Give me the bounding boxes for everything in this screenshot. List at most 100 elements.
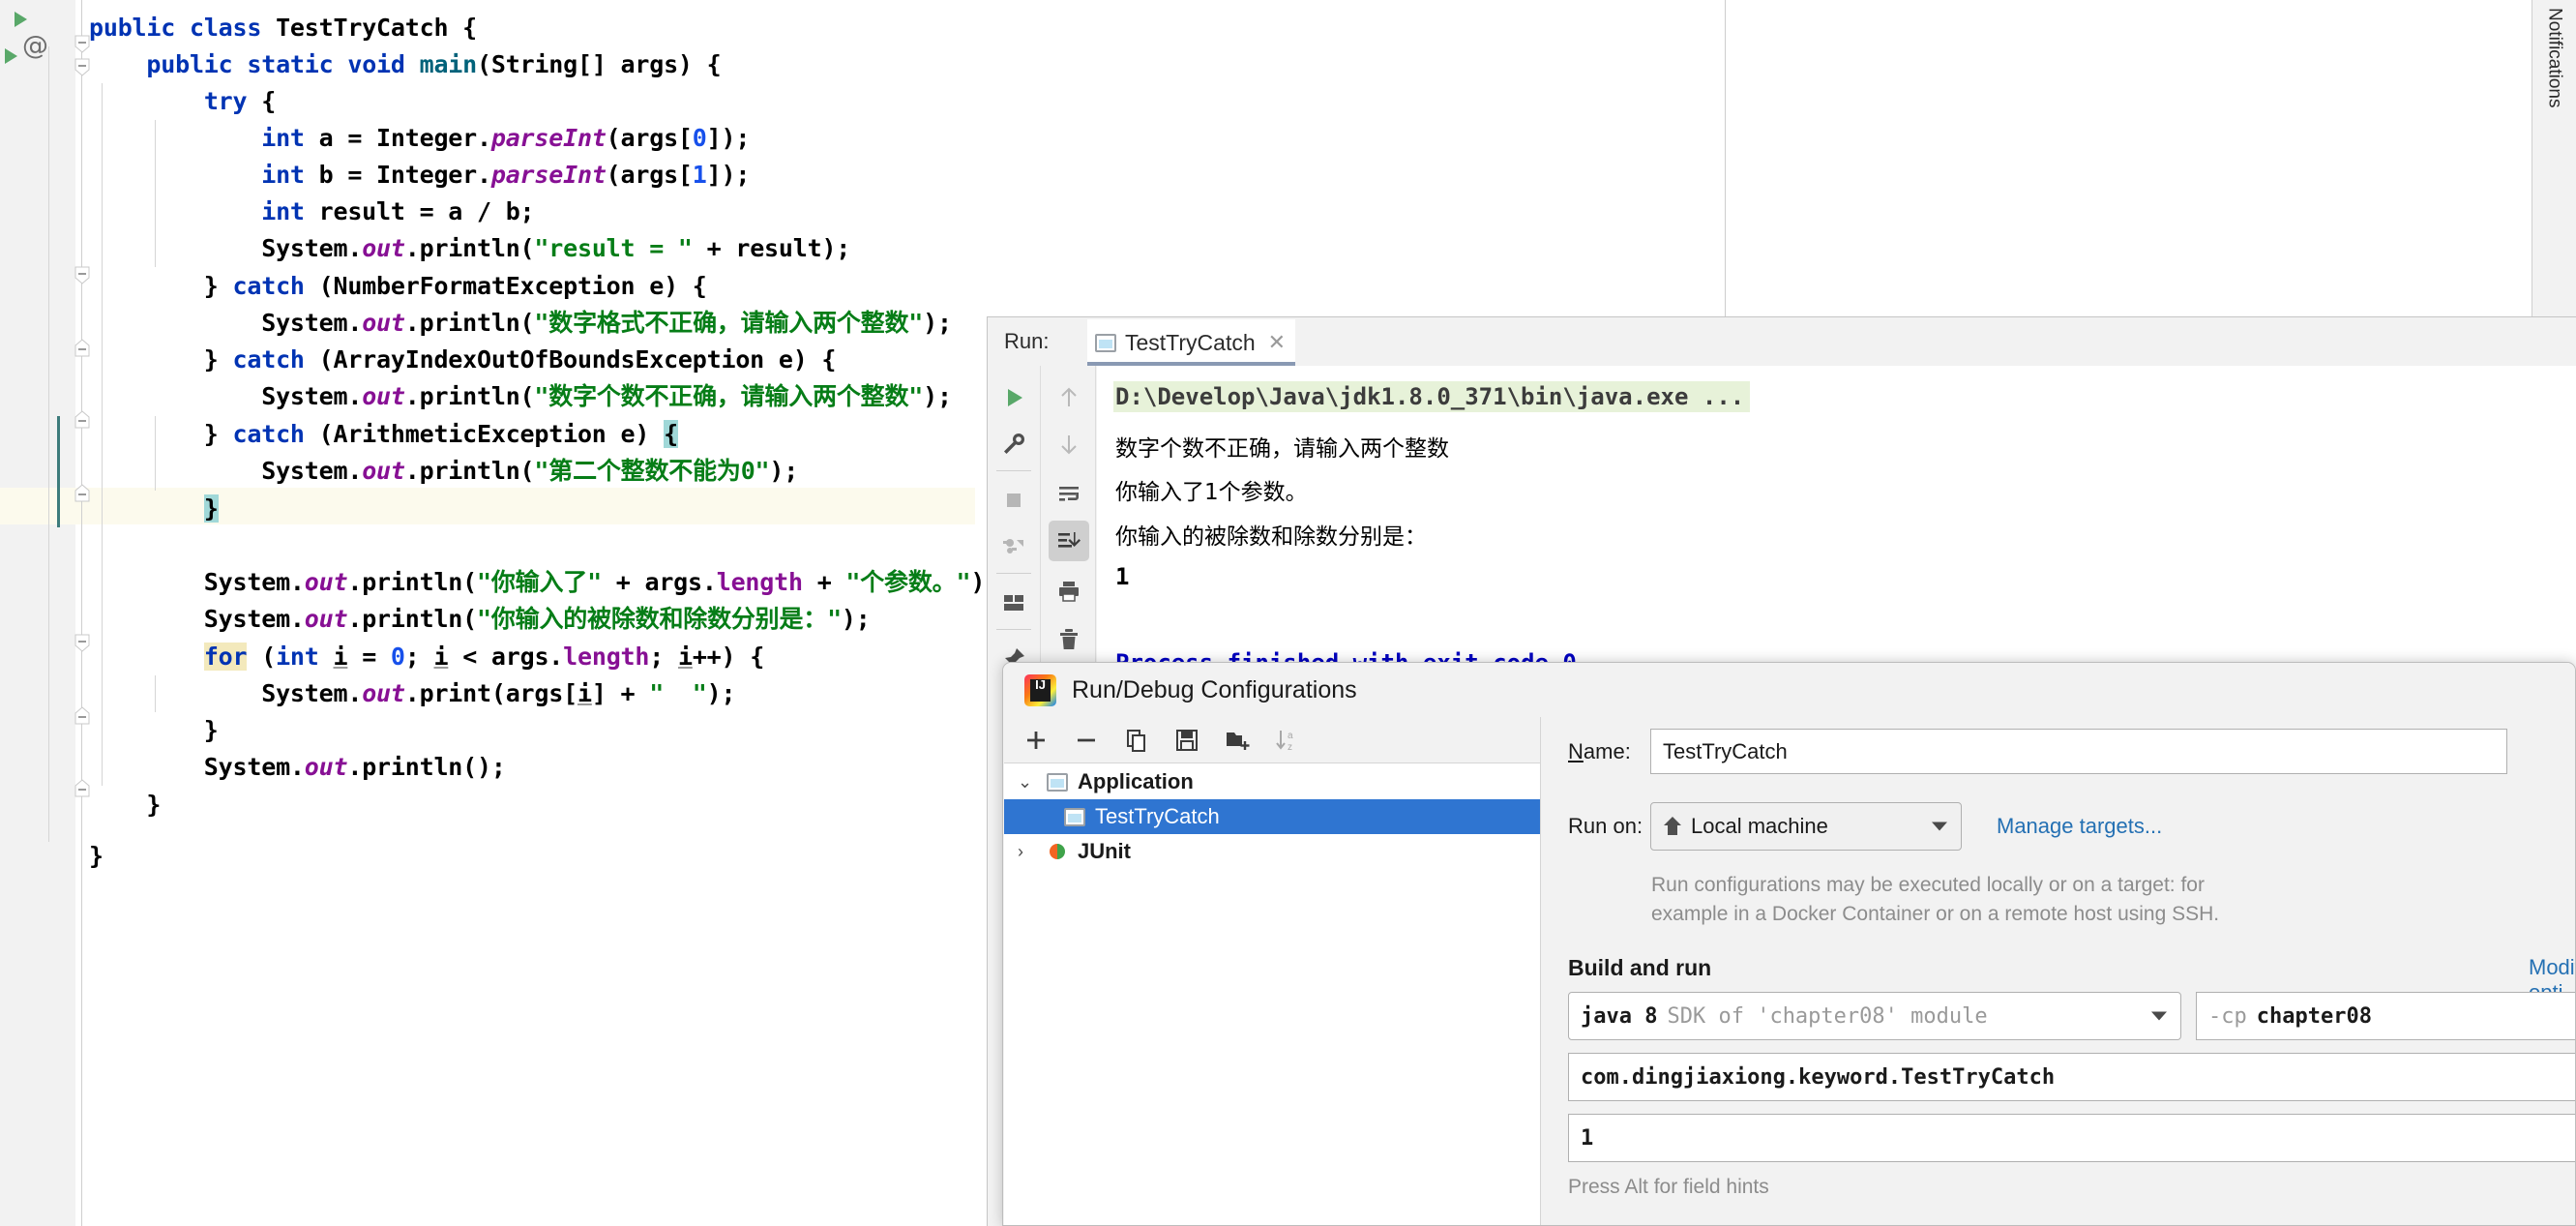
scroll-to-end-button[interactable] bbox=[1048, 521, 1089, 561]
name-input[interactable]: TestTryCatch bbox=[1650, 729, 2507, 774]
main-class-input[interactable]: com.dingjiaxiong.keyword.TestTryCatch bbox=[1568, 1053, 2575, 1101]
code-line[interactable]: } bbox=[89, 787, 161, 823]
chevron-down-icon[interactable] bbox=[1932, 822, 1947, 831]
minus-icon[interactable] bbox=[1070, 724, 1103, 757]
code-line[interactable]: } bbox=[89, 838, 104, 875]
trash-icon[interactable] bbox=[1049, 619, 1089, 660]
at-override-icon[interactable]: @ bbox=[22, 33, 48, 59]
tree-row-application[interactable]: ⌄ Application bbox=[1004, 764, 1540, 799]
code-line[interactable]: System.out.println("第二个整数不能为0"); bbox=[89, 453, 798, 490]
soft-wrap-button[interactable] bbox=[1049, 474, 1089, 515]
fold-marker-expand[interactable] bbox=[74, 339, 90, 357]
printer-icon[interactable] bbox=[1049, 571, 1089, 612]
chevron-down-icon[interactable] bbox=[2151, 1011, 2167, 1021]
tree-row-junit[interactable]: › JUnit bbox=[1004, 834, 1540, 869]
fold-marker-expand[interactable] bbox=[74, 410, 90, 429]
local-machine-icon bbox=[1663, 816, 1682, 837]
tree-row-label: JUnit bbox=[1078, 839, 1131, 863]
code-line[interactable]: int b = Integer.parseInt(args[1]); bbox=[89, 157, 750, 194]
jre-combo[interactable]: java 8 SDK of 'chapter08' module bbox=[1568, 992, 2181, 1040]
arrow-up-icon[interactable] bbox=[1049, 377, 1089, 418]
notifications-stripe-label[interactable]: Notifications bbox=[2544, 8, 2565, 108]
code-line[interactable]: int a = Integer.parseInt(args[0]); bbox=[89, 120, 750, 157]
code-line[interactable]: int result = a / b; bbox=[89, 194, 534, 230]
chevron-right-icon[interactable]: › bbox=[1018, 842, 1037, 862]
tree-row-label: TestTryCatch bbox=[1095, 804, 1220, 828]
manage-targets-link[interactable]: Manage targets... bbox=[1997, 814, 2162, 839]
name-label: Name: bbox=[1568, 739, 1631, 763]
tree-row-label: Application bbox=[1078, 769, 1194, 793]
fold-rail[interactable] bbox=[75, 0, 89, 1226]
tree-row-testtrycatch[interactable]: TestTryCatch bbox=[1004, 799, 1540, 834]
code-line[interactable]: } bbox=[89, 712, 219, 749]
chevron-down-icon[interactable]: ⌄ bbox=[1018, 772, 1037, 792]
sort-az-icon[interactable]: az bbox=[1271, 724, 1304, 757]
configurations-panel[interactable]: az ⌄ Application TestTryCatch › JUnit bbox=[1004, 717, 1541, 1225]
run-tool-window-header: Run: TestTryCatch ✕ bbox=[988, 317, 2576, 366]
dialog-title-bar: IJ Run/Debug Configurations bbox=[1003, 663, 2575, 717]
fold-marker-expand[interactable] bbox=[74, 706, 90, 725]
resume-program-button[interactable] bbox=[993, 526, 1034, 567]
code-line[interactable]: System.out.print(args[i] + " "); bbox=[89, 675, 735, 712]
fold-marker-collapse[interactable] bbox=[74, 58, 90, 76]
code-line[interactable]: System.out.println(); bbox=[89, 749, 506, 786]
run-on-description-line1: Run configurations may be executed local… bbox=[1651, 874, 2205, 896]
toolbar-separator bbox=[996, 629, 1031, 630]
code-line[interactable]: System.out.println("数字个数不正确，请输入两个整数"); bbox=[89, 378, 952, 415]
ide-window: @ public class TestTryCatch {public sta… bbox=[0, 0, 2576, 1226]
run-on-target-combo[interactable]: Local machine bbox=[1650, 802, 1962, 851]
editor-split-divider bbox=[1725, 0, 1726, 319]
run-tab-testtrycatch[interactable]: TestTryCatch ✕ bbox=[1087, 319, 1296, 366]
code-line[interactable]: System.out.println("你输入了" + args.length … bbox=[89, 564, 999, 601]
configurations-toolbar[interactable]: az bbox=[1004, 717, 1540, 763]
new-folder-icon[interactable] bbox=[1221, 724, 1254, 757]
fold-marker-collapse[interactable] bbox=[74, 35, 90, 53]
editor-gutter[interactable] bbox=[0, 0, 75, 1226]
code-line[interactable]: } catch (NumberFormatException e) { bbox=[89, 268, 707, 305]
code-line[interactable]: try { bbox=[89, 83, 276, 120]
code-line[interactable]: public class TestTryCatch { bbox=[89, 10, 477, 46]
code-line[interactable]: } catch (ArithmeticException e) { bbox=[89, 416, 678, 453]
close-icon[interactable]: ✕ bbox=[1268, 330, 1286, 355]
run-class-icon[interactable] bbox=[15, 12, 27, 27]
console-line: 你输入的被除数和除数分别是： bbox=[1115, 524, 1427, 550]
code-line[interactable]: public static void main(String[] args) { bbox=[89, 46, 721, 83]
run-debug-configurations-dialog[interactable]: IJ Run/Debug Configurations a z ⌄ Applic… bbox=[1002, 662, 2576, 1226]
configurations-tree[interactable]: ⌄ Application TestTryCatch › JUnit bbox=[1004, 764, 1540, 1225]
vm-options-prefix: -cp bbox=[2208, 1003, 2247, 1029]
wrench-icon[interactable] bbox=[993, 424, 1034, 464]
layout-settings-button[interactable] bbox=[993, 583, 1034, 623]
plus-icon[interactable] bbox=[1020, 724, 1052, 757]
fold-marker-collapse[interactable] bbox=[74, 634, 90, 652]
console-line: D:\Develop\Java\jdk1.8.0_371\bin\java.ex… bbox=[1113, 381, 1751, 412]
program-arguments-input[interactable]: 1 bbox=[1568, 1114, 2575, 1162]
fold-guide-line bbox=[81, 0, 82, 1226]
code-line[interactable]: System.out.println("你输入的被除数和除数分别是："); bbox=[89, 601, 871, 638]
indent-guide bbox=[48, 46, 49, 842]
fold-marker-collapse[interactable] bbox=[74, 266, 90, 284]
save-icon[interactable] bbox=[1170, 724, 1203, 757]
code-line[interactable]: } catch (ArrayIndexOutOfBoundsException … bbox=[89, 342, 837, 378]
application-icon bbox=[1095, 333, 1116, 352]
configuration-details-panel[interactable]: Name: TestTryCatch Store Run on: Local m… bbox=[1542, 717, 2575, 1225]
fold-marker-expand[interactable] bbox=[74, 779, 90, 797]
code-line[interactable]: System.out.println("数字格式不正确，请输入两个整数"); bbox=[89, 305, 952, 342]
copy-icon[interactable] bbox=[1120, 724, 1153, 757]
vm-options-value: chapter08 bbox=[2256, 1003, 2372, 1029]
vm-options-input[interactable]: -cp chapter08 bbox=[2196, 992, 2575, 1040]
code-line[interactable]: System.out.println("result = " + result)… bbox=[89, 230, 850, 267]
arrow-down-icon[interactable] bbox=[1049, 424, 1089, 464]
application-icon bbox=[1064, 807, 1085, 826]
run-method-icon[interactable] bbox=[5, 48, 17, 64]
intellij-logo-icon: IJ bbox=[1024, 673, 1056, 706]
code-line[interactable]: for (int i = 0; i < args.length; i++) { bbox=[89, 639, 764, 675]
toolbar-separator bbox=[996, 470, 1031, 471]
rerun-button[interactable] bbox=[993, 377, 1034, 418]
stop-button[interactable] bbox=[993, 480, 1034, 521]
jre-value: java 8 bbox=[1581, 1003, 1658, 1029]
run-window-label: Run: bbox=[1004, 329, 1050, 353]
code-line[interactable]: } bbox=[89, 491, 219, 527]
fold-marker-expand[interactable] bbox=[74, 484, 90, 502]
dialog-title: Run/Debug Configurations bbox=[1072, 675, 1357, 703]
selection-marker bbox=[57, 416, 60, 527]
